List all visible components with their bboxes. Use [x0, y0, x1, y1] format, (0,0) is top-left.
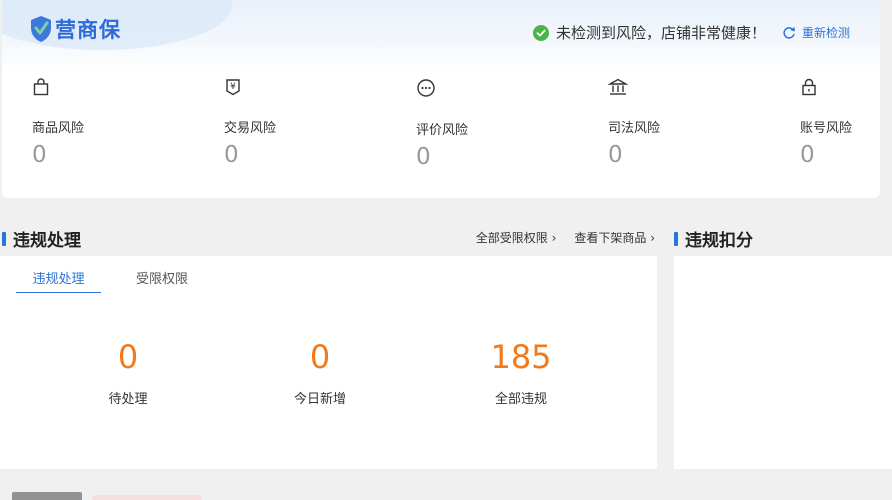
next-section-title-peek	[12, 492, 82, 500]
risk-label: 账号风险	[800, 121, 853, 136]
lock-icon	[802, 78, 816, 96]
risk-label: 交易风险	[224, 121, 277, 136]
shield-check-logo-icon	[31, 16, 51, 42]
stat-pending[interactable]: 0 待处理	[58, 338, 198, 407]
stat-all-violations[interactable]: 185 全部违规	[451, 338, 591, 407]
risk-label: 商品风险	[32, 121, 85, 136]
stat-value: 0	[117, 338, 139, 376]
recheck-button[interactable]: 重新检测	[782, 24, 850, 41]
risk-value: 0	[224, 142, 239, 168]
risk-row: 商品风险 0 ¥ 交易风险 0 评价风险 0 司法风险 0 账号风险 0	[2, 78, 880, 188]
risk-item-account[interactable]: 账号风险 0	[800, 78, 880, 168]
violation-links: 全部受限权限 › 查看下架商品 ›	[458, 229, 655, 246]
risk-overview-card: 营商保 未检测到风险，店铺非常健康！ 重新检测 商品风险 0 ¥ 交易风险 0 …	[2, 0, 880, 198]
violation-tabs: 违规处理 受限权限	[16, 268, 188, 293]
risk-item-review[interactable]: 评价风险 0	[416, 78, 536, 170]
status-message: 未检测到风险，店铺非常健康！	[555, 24, 766, 42]
title-accent-bar	[674, 231, 678, 246]
brand-logo: 营商保	[29, 14, 121, 44]
view-delisted-products-link[interactable]: 查看下架商品 ›	[574, 229, 655, 246]
recheck-label: 重新检测	[801, 26, 850, 40]
deduction-section-title: 违规扣分	[674, 226, 753, 251]
yen-tag-icon: ¥	[226, 79, 240, 96]
stat-today-new[interactable]: 0 今日新增	[250, 338, 390, 407]
refresh-icon	[783, 26, 795, 39]
risk-item-judicial[interactable]: 司法风险 0	[608, 78, 728, 168]
all-restricted-permissions-link[interactable]: 全部受限权限 ›	[476, 229, 557, 246]
risk-label: 评价风险	[416, 123, 469, 138]
stat-label: 今日新增	[293, 392, 346, 407]
tab-restricted-permissions[interactable]: 受限权限	[136, 268, 188, 292]
check-circle-icon	[532, 24, 549, 41]
svg-text:¥: ¥	[230, 82, 236, 92]
violation-section-title: 违规处理	[2, 226, 81, 251]
risk-item-trade[interactable]: ¥ 交易风险 0	[224, 78, 344, 168]
risk-value: 0	[800, 142, 815, 168]
title-accent-bar	[2, 231, 6, 246]
risk-label: 司法风险	[608, 121, 661, 136]
deduction-title-text: 违规扣分	[685, 231, 753, 251]
risk-value: 0	[608, 142, 623, 168]
risk-item-product[interactable]: 商品风险 0	[32, 78, 152, 168]
shopping-bag-icon	[33, 78, 49, 96]
court-icon	[608, 78, 628, 95]
deduction-card	[674, 256, 892, 469]
violation-title-text: 违规处理	[13, 231, 81, 251]
stat-value: 185	[490, 338, 552, 376]
stat-value: 0	[309, 338, 331, 376]
health-status: 未检测到风险，店铺非常健康！ 重新检测	[532, 22, 850, 43]
chat-bubble-icon	[417, 79, 435, 97]
stat-label: 待处理	[108, 392, 148, 407]
next-section-peek	[0, 492, 892, 500]
stat-label: 全部违规	[494, 392, 547, 407]
next-section-badge-peek	[92, 495, 202, 500]
violation-card: 违规处理 受限权限 0 待处理 0 今日新增 185 全部违规	[0, 256, 657, 469]
tab-violation-handling[interactable]: 违规处理	[16, 268, 101, 293]
brand-name: 营商保	[55, 18, 121, 42]
risk-value: 0	[32, 142, 47, 168]
risk-value: 0	[416, 144, 431, 170]
